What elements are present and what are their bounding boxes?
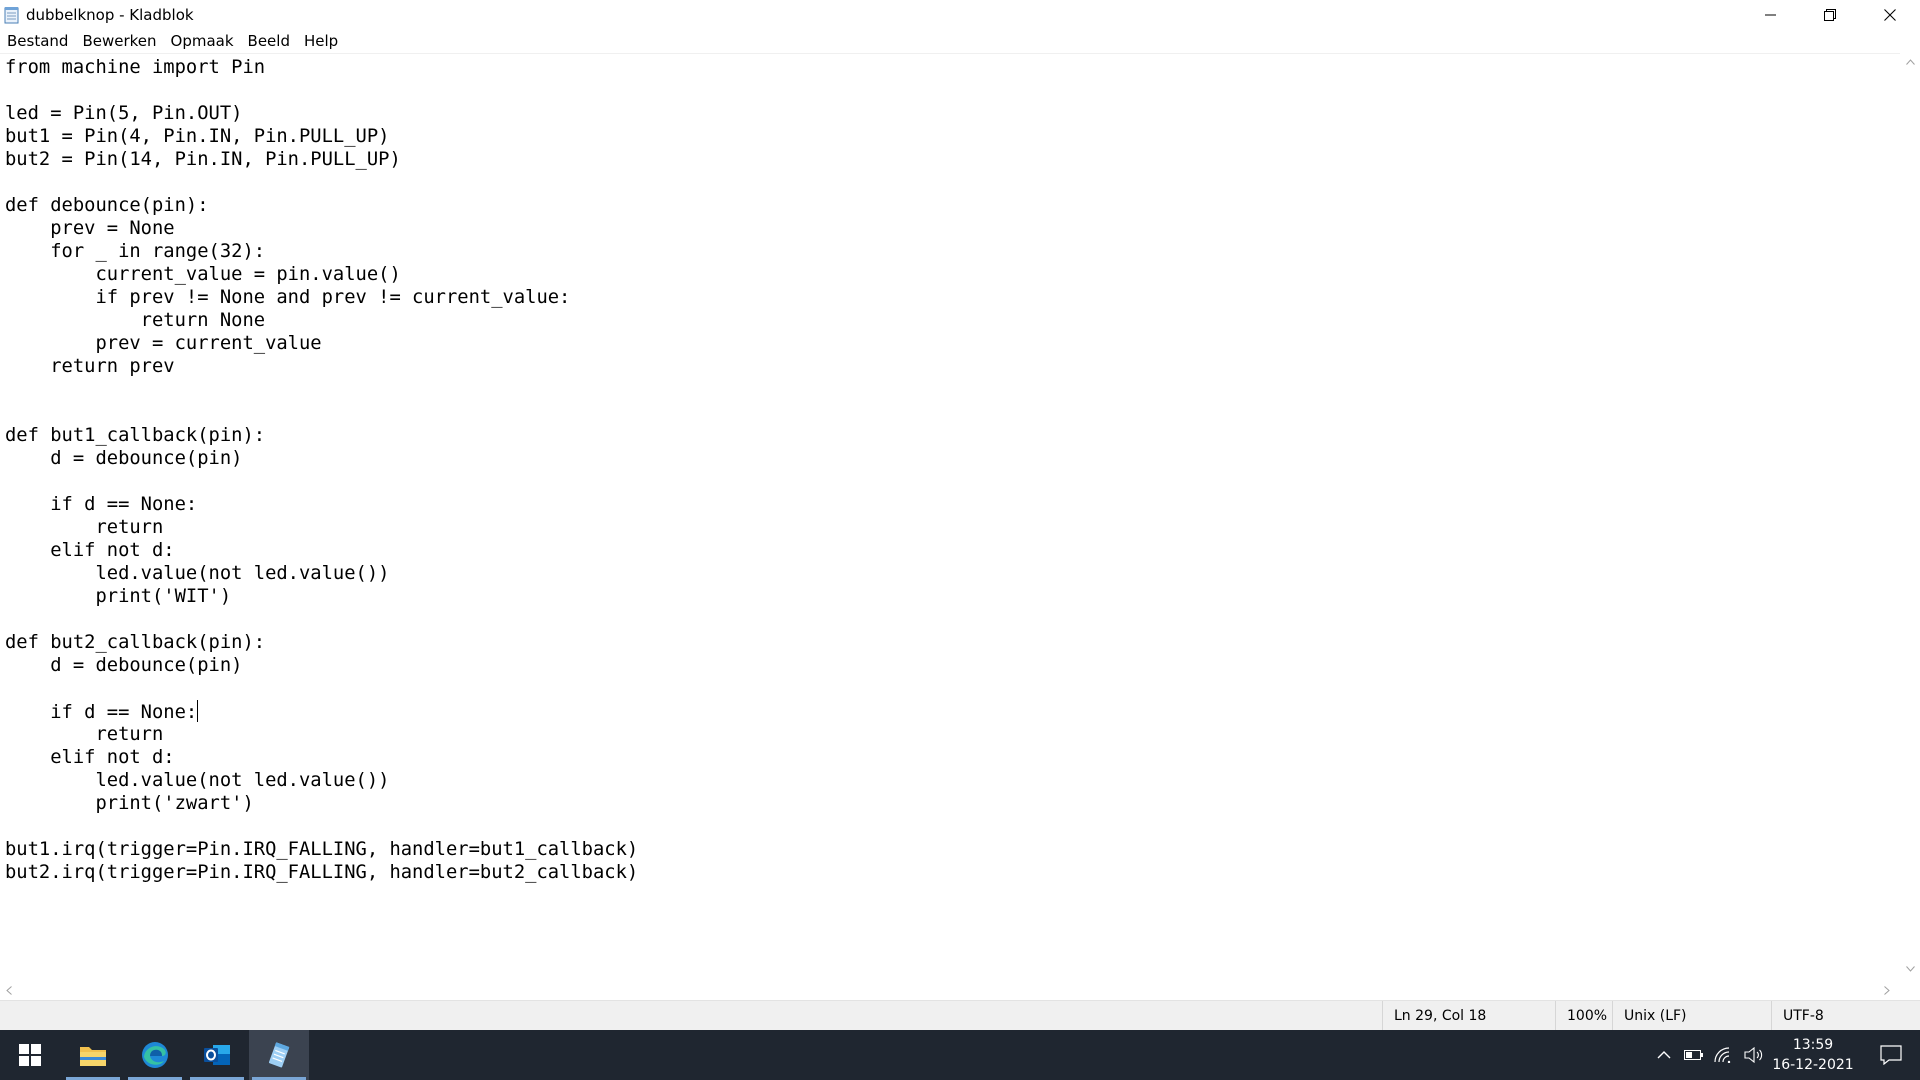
code-line[interactable]: but1 = Pin(4, Pin.IN, Pin.PULL_UP) — [5, 125, 638, 148]
code-line[interactable]: led = Pin(5, Pin.OUT) — [5, 102, 638, 125]
horizontal-scrollbar[interactable] — [0, 980, 1900, 1000]
taskbar — [0, 1030, 1920, 1080]
scroll-up-icon[interactable] — [1906, 59, 1915, 65]
code-line[interactable]: but2 = Pin(14, Pin.IN, Pin.PULL_UP) — [5, 148, 638, 171]
close-icon — [1883, 9, 1896, 21]
code-line[interactable]: print('WIT') — [5, 585, 638, 608]
scroll-down-icon[interactable] — [1906, 966, 1915, 972]
code-line[interactable]: def debounce(pin): — [5, 194, 638, 217]
battery-status[interactable] — [1683, 1045, 1705, 1065]
outlook-icon — [204, 1045, 230, 1065]
code-line[interactable]: return None — [5, 309, 638, 332]
minimize-button[interactable] — [1741, 0, 1800, 30]
taskbar-edge[interactable] — [125, 1030, 185, 1080]
code-text[interactable]: from machine import Pin led = Pin(5, Pin.… — [5, 56, 638, 884]
code-line[interactable]: d = debounce(pin) — [5, 654, 638, 677]
menu-beeld[interactable]: Beeld — [241, 30, 297, 52]
code-line[interactable]: return prev — [5, 355, 638, 378]
menu-help[interactable]: Help — [297, 30, 345, 52]
taskbar-notepad[interactable] — [249, 1030, 309, 1080]
battery-icon — [1684, 1050, 1703, 1060]
zoom-level: 100% — [1555, 1001, 1612, 1031]
code-line[interactable]: elif not d: — [5, 746, 638, 769]
restore-icon — [1823, 9, 1836, 21]
code-line[interactable] — [5, 608, 638, 631]
title-bar: dubbelknop - Kladblok — [0, 0, 1920, 30]
scroll-right-icon[interactable] — [1884, 986, 1890, 995]
code-line[interactable] — [5, 401, 638, 424]
menu-bar: Bestand Bewerken Opmaak Beeld Help — [0, 30, 1920, 52]
minimize-icon — [1764, 14, 1776, 16]
notification-icon — [1880, 1045, 1902, 1065]
text-editor[interactable]: from machine import Pin led = Pin(5, Pin.… — [0, 53, 1900, 980]
code-line[interactable]: for _ in range(32): — [5, 240, 638, 263]
window-title: dubbelknop - Kladblok — [26, 6, 194, 24]
scroll-corner — [1900, 980, 1920, 1000]
status-bar: Ln 29, Col 18 100% Unix (LF) UTF-8 — [0, 1000, 1920, 1031]
taskbar-clock[interactable]: 13:59 16-12-2021 — [1770, 1035, 1856, 1075]
code-line[interactable]: if prev != None and prev != current_valu… — [5, 286, 638, 309]
volume-icon — [1744, 1047, 1763, 1063]
chevron-up-icon — [1657, 1051, 1671, 1059]
close-button[interactable] — [1859, 0, 1920, 30]
scroll-left-icon[interactable] — [6, 986, 12, 995]
menu-opmaak[interactable]: Opmaak — [164, 30, 241, 52]
code-line[interactable]: prev = current_value — [5, 332, 638, 355]
code-line[interactable] — [5, 79, 638, 102]
code-line[interactable]: led.value(not led.value()) — [5, 562, 638, 585]
action-center-button[interactable] — [1862, 1030, 1920, 1080]
clock-date: 16-12-2021 — [1772, 1057, 1854, 1073]
code-line[interactable]: return — [5, 723, 638, 746]
notepad-icon — [268, 1042, 290, 1068]
start-icon — [19, 1044, 41, 1066]
code-line[interactable]: if d == None: — [5, 700, 638, 723]
code-line[interactable] — [5, 171, 638, 194]
vertical-scrollbar[interactable] — [1900, 53, 1920, 980]
volume-control[interactable] — [1743, 1045, 1765, 1065]
code-line[interactable]: from machine import Pin — [5, 56, 638, 79]
encoding: UTF-8 — [1771, 1001, 1920, 1031]
code-line[interactable] — [5, 815, 638, 838]
file-explorer-icon — [80, 1047, 106, 1066]
taskbar-outlook[interactable] — [187, 1030, 247, 1080]
start-button[interactable] — [0, 1030, 60, 1080]
code-line[interactable]: print('zwart') — [5, 792, 638, 815]
show-hidden-icons[interactable] — [1653, 1045, 1675, 1065]
restore-button[interactable] — [1800, 0, 1859, 30]
code-line[interactable]: prev = None — [5, 217, 638, 240]
line-ending: Unix (LF) — [1612, 1001, 1771, 1031]
taskbar-file-explorer[interactable] — [63, 1030, 123, 1080]
code-line[interactable]: if d == None: — [5, 493, 638, 516]
code-line[interactable]: d = debounce(pin) — [5, 447, 638, 470]
network-status[interactable] — [1713, 1045, 1735, 1065]
code-line[interactable] — [5, 378, 638, 401]
code-line[interactable] — [5, 470, 638, 493]
code-line[interactable] — [5, 677, 638, 700]
text-caret — [197, 700, 199, 722]
menu-bewerken[interactable]: Bewerken — [75, 30, 163, 52]
code-line[interactable]: def but1_callback(pin): — [5, 424, 638, 447]
cursor-position: Ln 29, Col 18 — [1382, 1001, 1555, 1031]
code-line[interactable]: current_value = pin.value() — [5, 263, 638, 286]
edge-icon — [142, 1042, 168, 1068]
code-line[interactable]: but1.irq(trigger=Pin.IRQ_FALLING, handle… — [5, 838, 638, 861]
notepad-app-icon[interactable] — [4, 6, 20, 24]
code-line[interactable]: led.value(not led.value()) — [5, 769, 638, 792]
code-line[interactable]: elif not d: — [5, 539, 638, 562]
wifi-icon — [1714, 1047, 1731, 1063]
menu-bestand[interactable]: Bestand — [0, 30, 75, 52]
code-line[interactable]: def but2_callback(pin): — [5, 631, 638, 654]
code-line[interactable]: return — [5, 516, 638, 539]
clock-time: 13:59 — [1792, 1037, 1834, 1053]
code-line[interactable]: but2.irq(trigger=Pin.IRQ_FALLING, handle… — [5, 861, 638, 884]
